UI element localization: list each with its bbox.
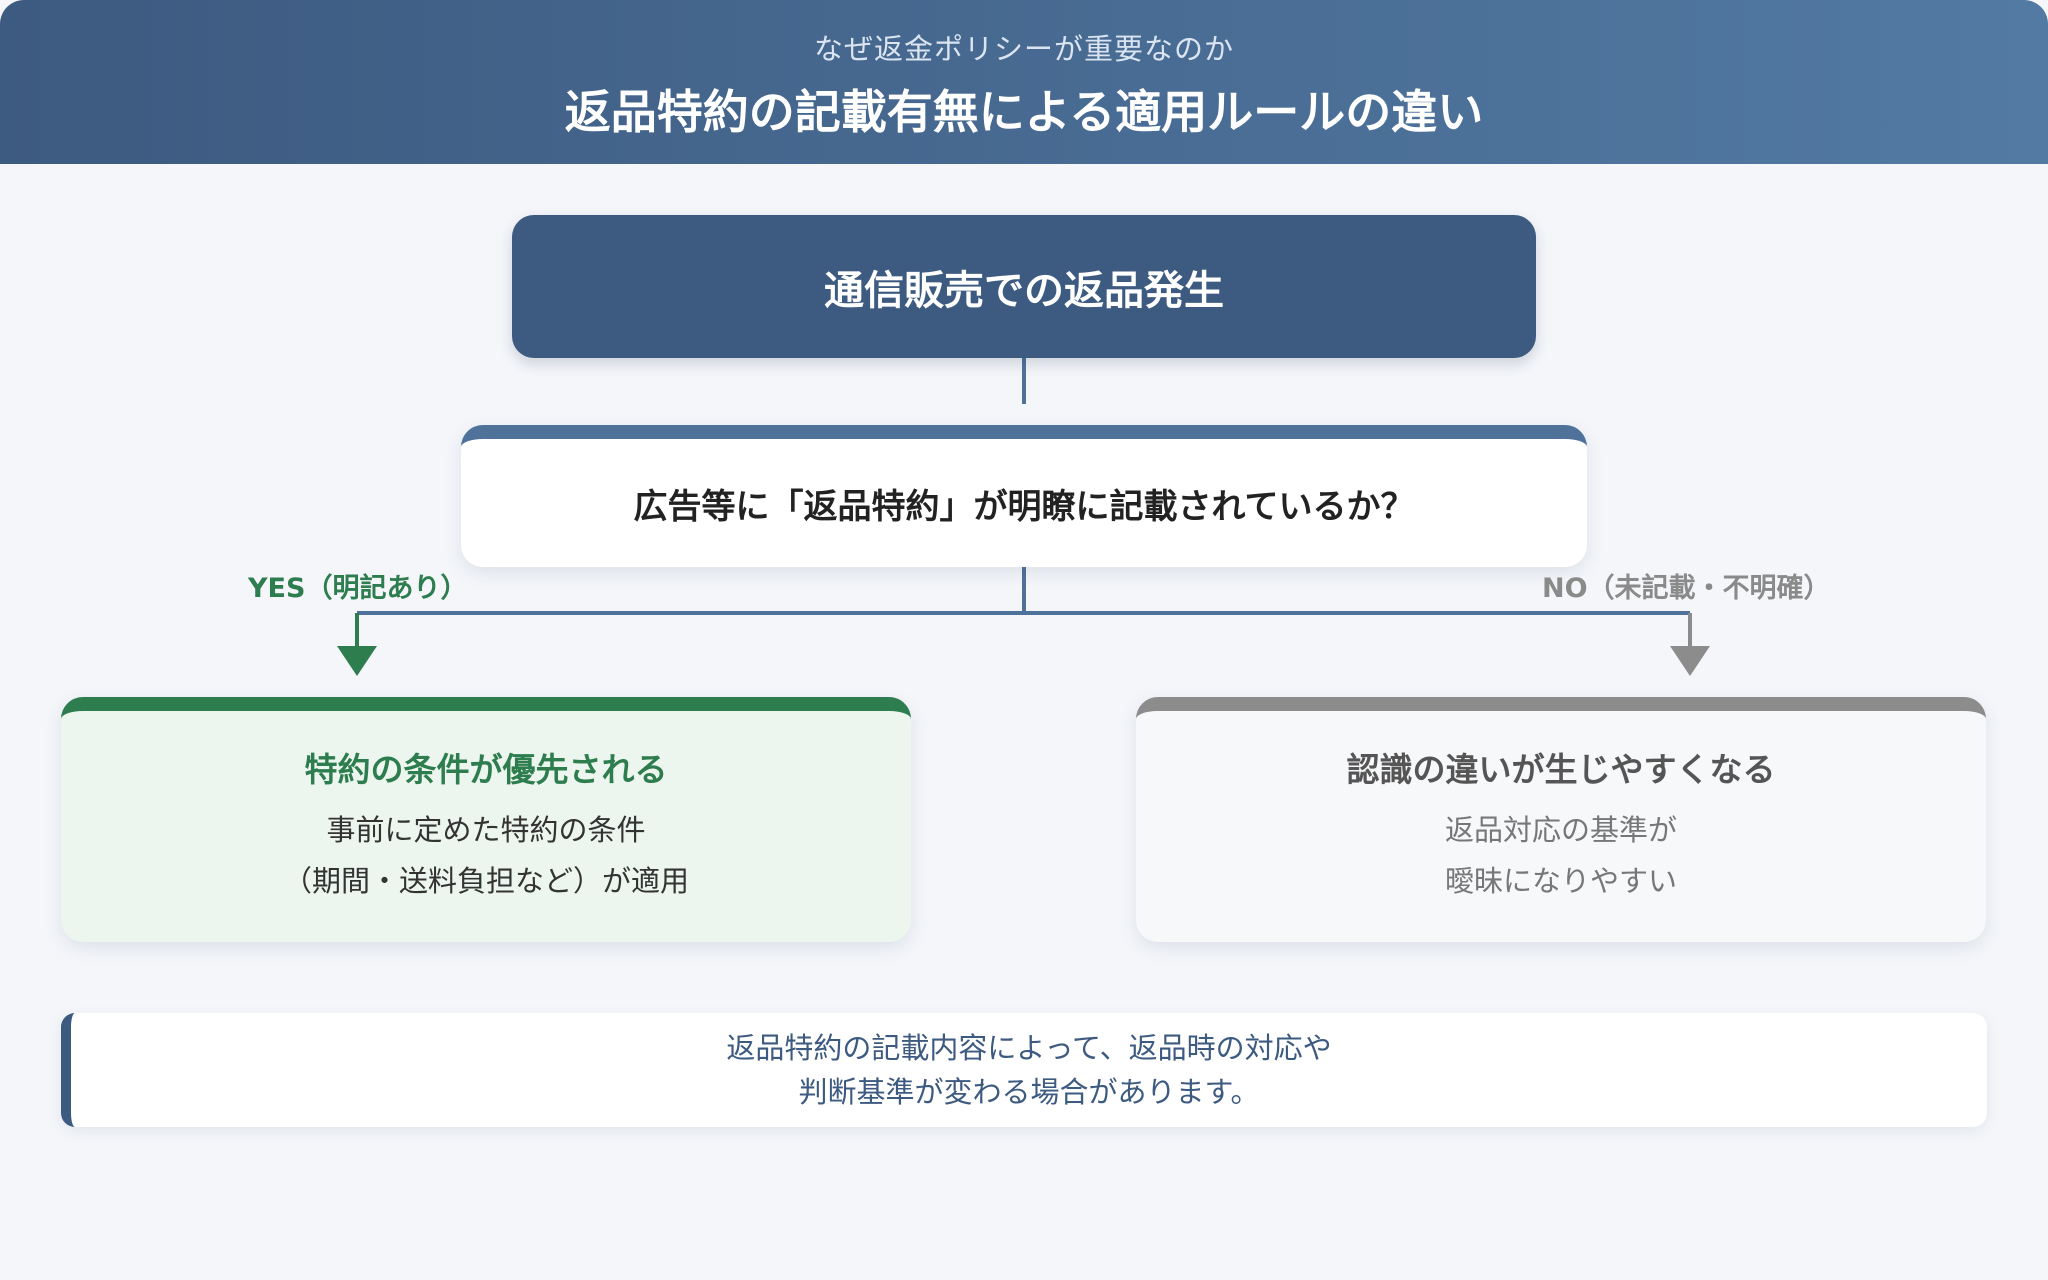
note-line: 判断基準が変わる場合があります。 [798,1075,1260,1109]
yes-result-line: 事前に定めた特約の条件 [326,813,646,847]
no-arrow-head [1670,646,1710,676]
start-node-label: 通信販売での返品発生 [824,267,1224,314]
yes-result-body: 事前に定めた特約の条件 （期間・送料負担など）が適用 [61,805,911,907]
yes-arrow-head [337,646,377,676]
no-result-line: 曖昧になりやすい [1444,864,1677,898]
yes-result-title: 特約の条件が優先される [304,750,668,789]
start-node: 通信販売での返品発生 [512,215,1536,358]
decision-node-label: 広告等に「返品特約」が明瞭に記載されているか？ [633,486,1415,527]
note-line: 返品特約の記載内容によって、返品時の対応や [726,1031,1332,1065]
no-result-node: 認識の違いが生じやすくなる 返品対応の基準が 曖昧になりやすい [1136,697,1986,942]
yes-branch-label: YES（明記あり） [248,573,468,604]
yes-result-line: （期間・送料負担など）が適用 [282,864,689,898]
no-result-title: 認識の違いが生じやすくなる [1346,750,1776,789]
no-result-body: 返品対応の基準が 曖昧になりやすい [1136,805,1986,907]
decision-node: 広告等に「返品特約」が明瞭に記載されているか？ [461,425,1587,567]
no-result-line: 返品対応の基準が [1444,813,1677,847]
yes-result-node: 特約の条件が優先される 事前に定めた特約の条件 （期間・送料負担など）が適用 [61,697,911,942]
no-branch-label: NO（未記載・不明確） [1542,573,1831,604]
note-callout: 返品特約の記載内容によって、返品時の対応や 判断基準が変わる場合があります。 [61,1013,1987,1127]
